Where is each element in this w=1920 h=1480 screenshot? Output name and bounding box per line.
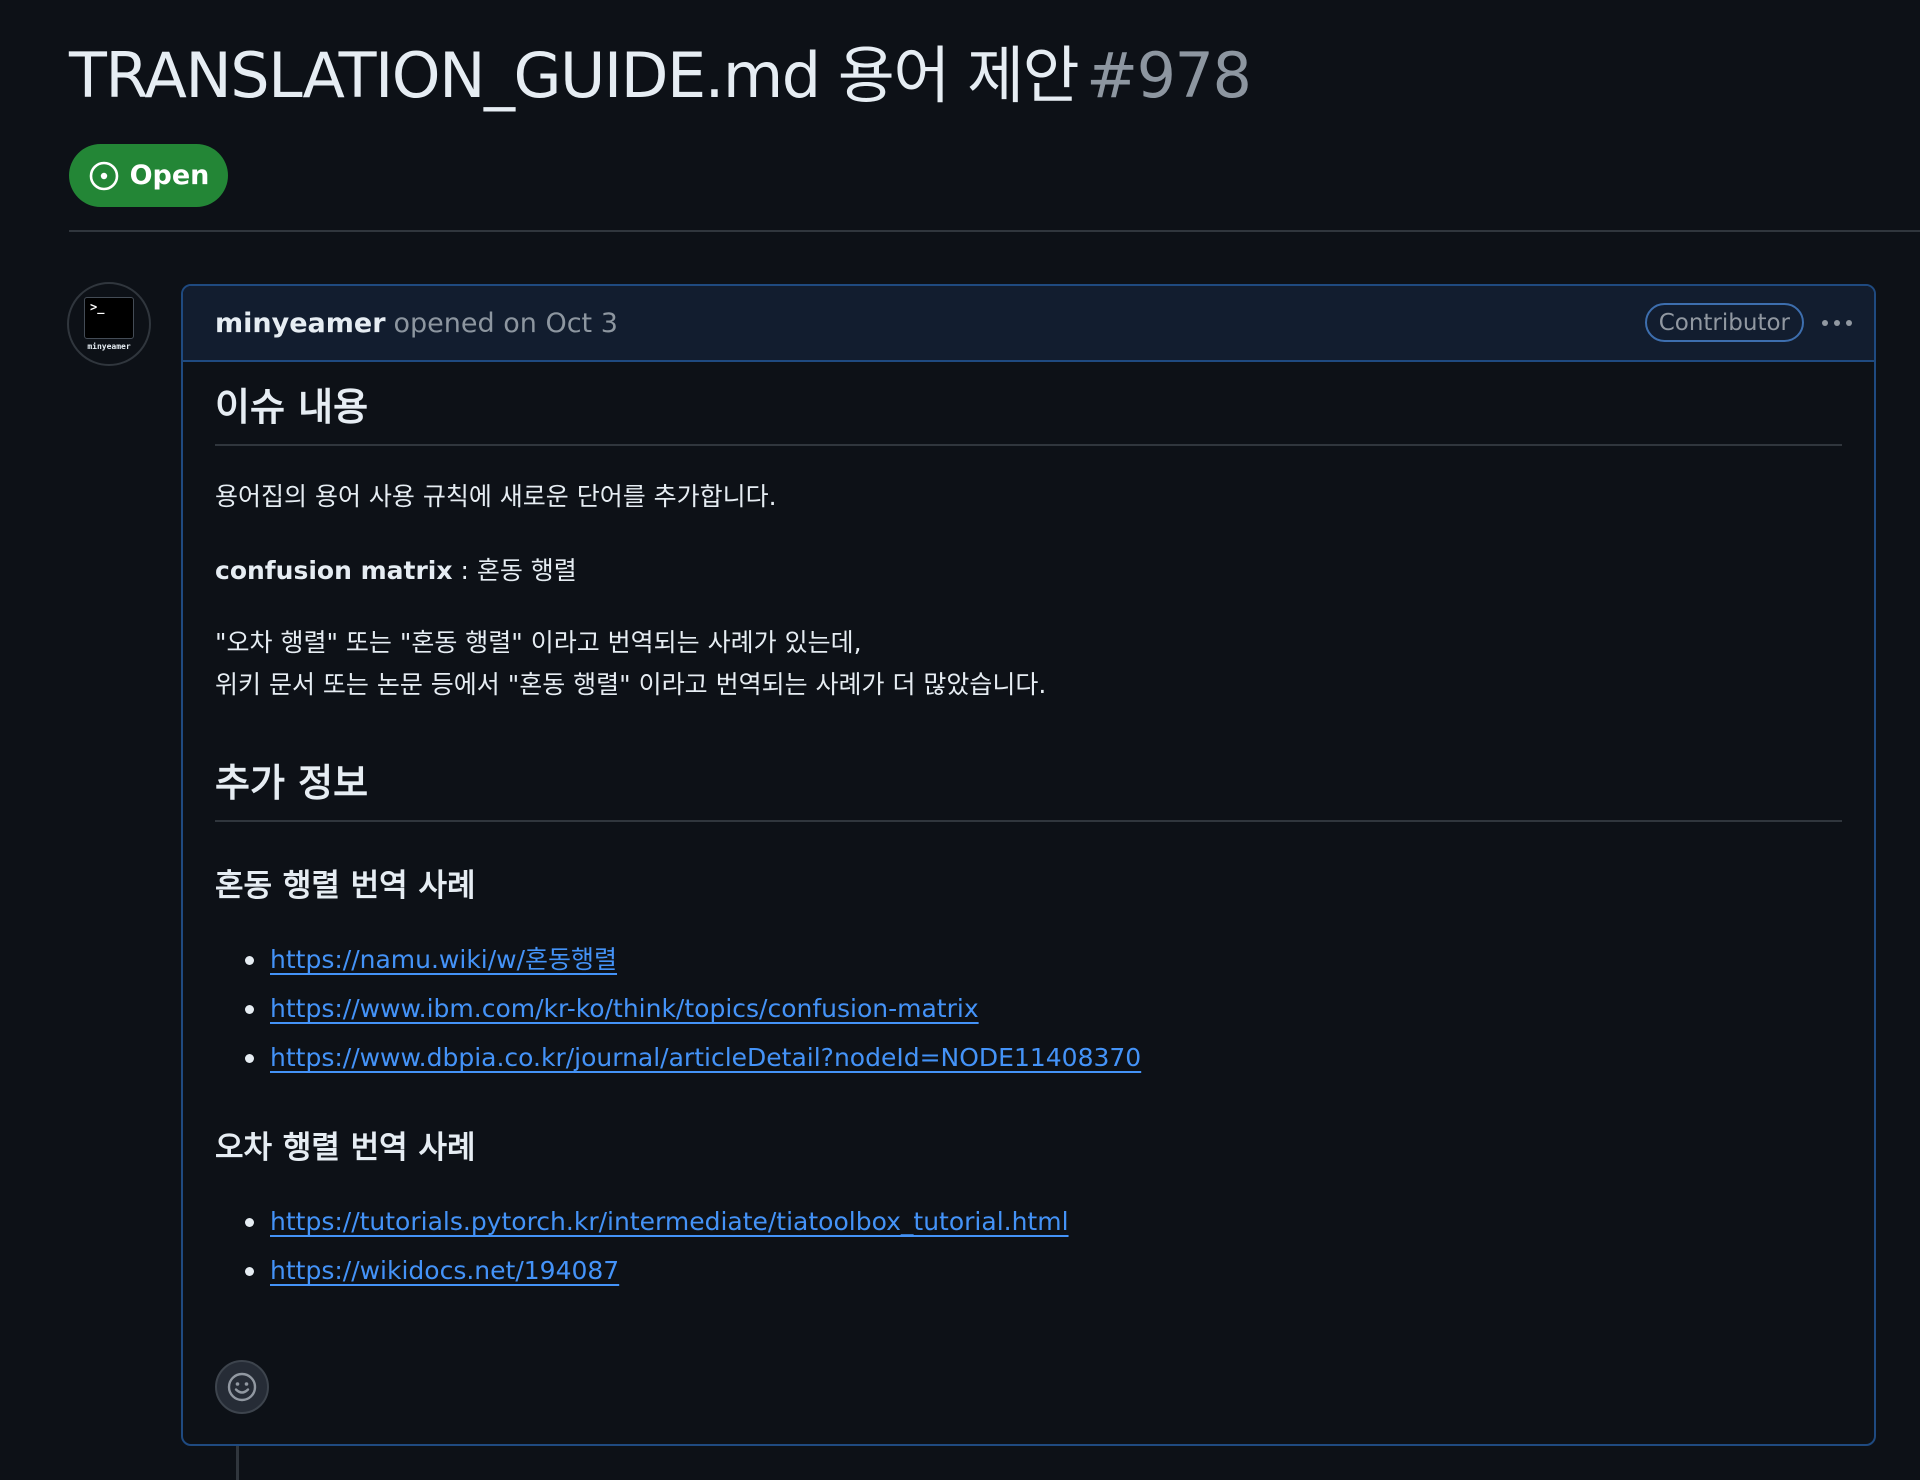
issue-state-badge: Open xyxy=(69,144,228,207)
link-ibm[interactable]: https://www.ibm.com/kr-ko/think/topics/c… xyxy=(270,994,979,1023)
issue-opened-icon xyxy=(89,161,118,190)
reason-line-2: 위키 문서 또는 논문 등에서 "혼동 행렬" 이라고 번역되는 사례가 더 많… xyxy=(215,670,1047,699)
link-wikidocs[interactable]: https://wikidocs.net/194087 xyxy=(270,1256,619,1285)
term-paragraph: confusion matrix : 혼동 행렬 xyxy=(215,550,577,592)
heading-issue-content: 이슈 내용 xyxy=(215,385,369,429)
reason-line-1: "오차 행렬" 또는 "혼동 행렬" 이라고 번역되는 사례가 있는데, xyxy=(215,628,862,657)
issue-title: TRANSLATION_GUIDE.md 용어 제안 #978 xyxy=(69,38,1252,114)
heading-rule xyxy=(215,820,1842,822)
comment-author-link[interactable]: minyeamer xyxy=(215,308,386,339)
list-item: https://www.ibm.com/kr-ko/think/topics/c… xyxy=(215,989,1141,1038)
terminal-icon: >_ xyxy=(84,297,134,339)
heading-extra-info: 추가 정보 xyxy=(215,761,369,805)
issue-page: TRANSLATION_GUIDE.md 용어 제안 #978 Open >_ m… xyxy=(0,0,1920,1480)
term-separator: : xyxy=(452,556,477,585)
avatar-prompt: >_ xyxy=(90,300,105,314)
section-confusion-matrix-list: https://namu.wiki/w/혼동행렬 https://www.ibm… xyxy=(215,940,1141,1087)
comment-timestamp[interactable]: opened on Oct 3 xyxy=(394,308,618,339)
list-item: https://wikidocs.net/194087 xyxy=(215,1251,1069,1300)
issue-title-text: TRANSLATION_GUIDE.md 용어 제안 xyxy=(69,39,1080,112)
list-item: https://www.dbpia.co.kr/journal/articleD… xyxy=(215,1038,1141,1087)
section-confusion-matrix-title: 혼동 행렬 번역 사례 xyxy=(215,868,476,904)
author-role-badge: Contributor xyxy=(1644,303,1804,342)
link-pytorch-tutorial[interactable]: https://tutorials.pytorch.kr/intermediat… xyxy=(270,1207,1069,1236)
issue-number: #978 xyxy=(1086,39,1252,112)
add-reaction-button[interactable] xyxy=(215,1360,269,1414)
timeline-line xyxy=(236,1446,239,1480)
comment-options-button[interactable] xyxy=(1818,308,1856,338)
section-error-matrix-title: 오차 행렬 번역 사례 xyxy=(215,1130,476,1166)
intro-paragraph: 용어집의 용어 사용 규칙에 새로운 단어를 추가합니다. xyxy=(215,482,777,511)
term-english: confusion matrix xyxy=(215,556,453,585)
term-korean: 혼동 행렬 xyxy=(476,556,577,585)
kebab-horizontal-icon xyxy=(1822,320,1852,326)
link-namu-wiki[interactable]: https://namu.wiki/w/혼동행렬 xyxy=(270,945,617,974)
header-divider xyxy=(69,230,1920,232)
list-item: https://namu.wiki/w/혼동행렬 xyxy=(215,940,1141,989)
heading-rule xyxy=(215,444,1842,446)
avatar[interactable]: >_ minyeamer xyxy=(67,282,151,366)
section-error-matrix-list: https://tutorials.pytorch.kr/intermediat… xyxy=(215,1202,1069,1300)
comment-header: minyeamer opened on Oct 3 Contributor xyxy=(183,286,1874,362)
issue-state-label: Open xyxy=(129,160,210,191)
link-dbpia[interactable]: https://www.dbpia.co.kr/journal/articleD… xyxy=(270,1043,1141,1072)
list-item: https://tutorials.pytorch.kr/intermediat… xyxy=(215,1202,1069,1251)
smiley-icon xyxy=(227,1372,257,1402)
issue-comment: minyeamer opened on Oct 3 Contributor 이슈… xyxy=(181,284,1876,1446)
avatar-label: minyeamer xyxy=(87,342,131,351)
